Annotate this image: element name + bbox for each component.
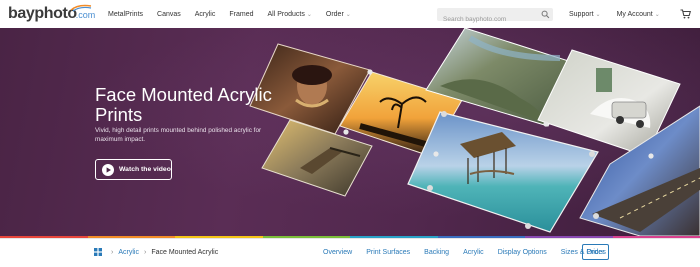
nav-metalprints[interactable]: MetalPrints [108, 11, 143, 18]
main-nav: MetalPrints Canvas Acrylic Framed All Pr… [108, 0, 365, 28]
chevron-right-icon: › [143, 248, 147, 256]
nav-label: Canvas [157, 10, 181, 18]
nav-canvas[interactable]: Canvas [157, 11, 181, 18]
subnav-acrylic[interactable]: Acrylic [463, 249, 484, 256]
subnav-display-options[interactable]: Display Options [498, 249, 547, 256]
subnav-backing[interactable]: Backing [424, 249, 449, 256]
logo-swirl-icon [70, 4, 92, 12]
hero-banner: Face Mounted Acrylic Prints Vivid, high … [0, 28, 700, 236]
order-button[interactable]: Order [582, 244, 609, 260]
subnav-print-surfaces[interactable]: Print Surfaces [366, 249, 410, 256]
logo-text: bayphoto [8, 5, 77, 22]
nav-order[interactable]: Order ⌄ [326, 11, 351, 18]
chevron-down-icon: ⌄ [345, 11, 351, 18]
nav-label: MetalPrints [108, 10, 144, 18]
nav-label: Order [325, 10, 344, 18]
bayphoto-logo[interactable]: bayphoto.com [8, 4, 95, 25]
nav-my-account[interactable]: My Account ⌄ [617, 11, 660, 18]
chevron-right-icon: › [111, 248, 114, 256]
breadcrumb: › Acrylic › Face Mounted Acrylic [94, 239, 218, 265]
nav-framed[interactable]: Framed [229, 11, 253, 18]
nav-support[interactable]: Support ⌄ [569, 11, 601, 18]
nav-label: Acrylic [194, 10, 216, 18]
nav-label: My Account [616, 10, 653, 18]
account-nav: Support ⌄ My Account ⌄ [569, 0, 676, 28]
chevron-down-icon: ⌄ [306, 11, 312, 18]
play-icon [102, 163, 114, 176]
site-header: bayphoto.com MetalPrints Canvas Acrylic … [0, 0, 700, 28]
subnav-overview[interactable]: Overview [323, 249, 352, 256]
nav-label: Framed [229, 10, 254, 18]
breadcrumb-acrylic[interactable]: Acrylic [118, 249, 139, 256]
cart-icon[interactable] [680, 9, 691, 19]
nav-acrylic[interactable]: Acrylic [195, 11, 216, 18]
chevron-down-icon: ⌄ [654, 11, 660, 18]
watch-video-label: Watch the video [119, 166, 171, 173]
hero-title: Face Mounted Acrylic Prints [95, 84, 272, 125]
search-input[interactable] [437, 13, 537, 26]
breadcrumb-current: Face Mounted Acrylic [151, 248, 219, 256]
nav-label: All Products [267, 10, 305, 18]
hero-subtitle: Vivid, high detail prints mounted behind… [95, 127, 262, 143]
search-box [437, 8, 553, 26]
product-subnav: › Acrylic › Face Mounted Acrylic Overvie… [0, 238, 700, 267]
nav-label: Support [569, 10, 594, 18]
section-links: Overview Print Surfaces Backing Acrylic … [323, 239, 620, 265]
nav-all-products[interactable]: All Products ⌄ [268, 11, 312, 18]
watch-video-button[interactable]: Watch the video [95, 159, 172, 180]
search-icon[interactable] [541, 10, 550, 19]
chevron-down-icon: ⌄ [595, 11, 601, 18]
grid-home-icon[interactable] [94, 248, 102, 256]
